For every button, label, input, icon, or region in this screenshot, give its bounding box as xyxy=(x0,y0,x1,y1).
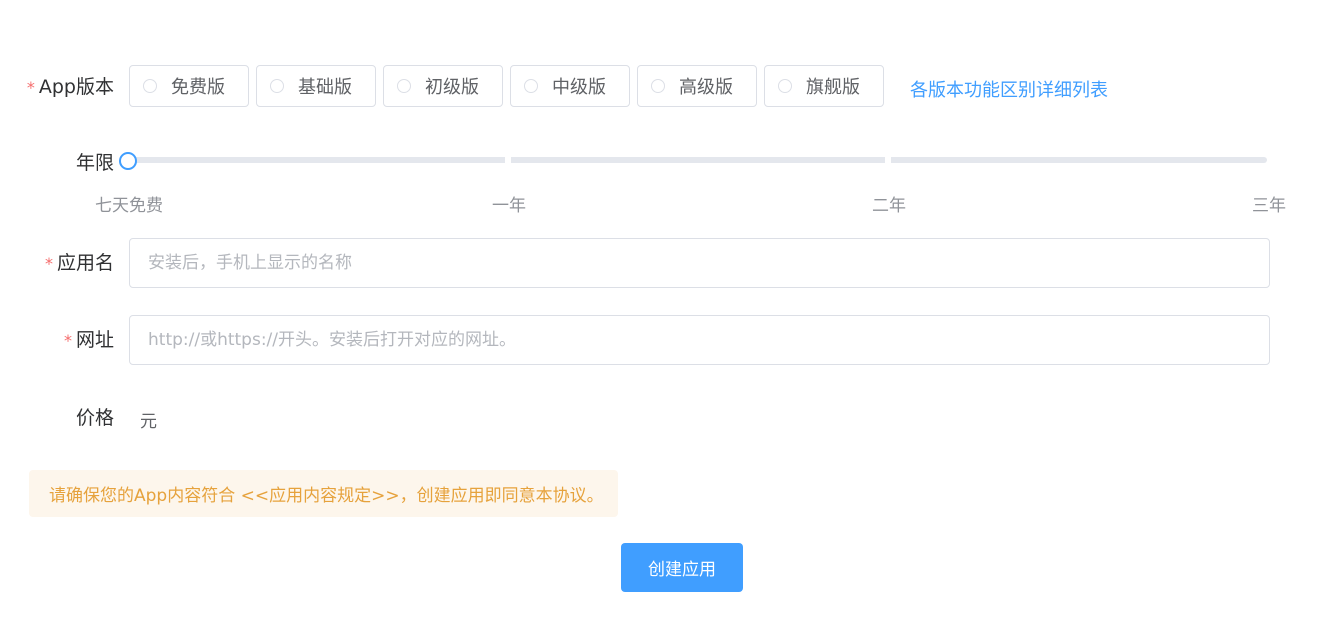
price-value: 元 xyxy=(140,412,157,432)
slider-mark-label: 一年 xyxy=(492,196,526,216)
radio-circle-icon xyxy=(524,79,538,93)
version-option-flagship[interactable]: 旗舰版 xyxy=(764,65,884,107)
url-input[interactable] xyxy=(129,315,1270,365)
slider-stop xyxy=(885,157,891,163)
radio-circle-icon xyxy=(270,79,284,93)
duration-label: 年限 xyxy=(75,152,114,174)
duration-slider-track[interactable] xyxy=(128,157,1267,163)
version-option-advanced[interactable]: 高级版 xyxy=(637,65,757,107)
required-mark: * xyxy=(44,254,53,273)
version-option-intermediate[interactable]: 中级版 xyxy=(510,65,630,107)
app-name-label-text: 应用名 xyxy=(56,252,114,274)
content-policy-text: 请确保您的App内容符合 <<应用内容规定>>，创建应用即同意本协议。 xyxy=(49,486,604,506)
app-name-input[interactable] xyxy=(129,238,1270,288)
duration-slider-handle[interactable] xyxy=(119,152,137,170)
slider-mark-label: 七天免费 xyxy=(95,196,163,216)
app-version-radio-group: 免费版 基础版 初级版 中级版 高级版 旗舰版 xyxy=(129,65,884,107)
version-option-basic[interactable]: 基础版 xyxy=(256,65,376,107)
radio-circle-icon xyxy=(397,79,411,93)
version-option-label: 旗舰版 xyxy=(806,77,860,98)
required-mark: * xyxy=(63,331,72,350)
radio-circle-icon xyxy=(651,79,665,93)
slider-stop xyxy=(505,157,511,163)
url-label-text: 网址 xyxy=(75,329,114,351)
price-label: 价格 xyxy=(75,407,114,429)
slider-mark-label: 二年 xyxy=(872,196,906,216)
app-name-label: * 应用名 xyxy=(45,251,114,276)
app-version-label-text: App版本 xyxy=(38,76,114,98)
slider-mark-label: 三年 xyxy=(1252,196,1286,216)
create-app-button[interactable]: 创建应用 xyxy=(621,543,743,592)
version-compare-link[interactable]: 各版本功能区别详细列表 xyxy=(910,76,1108,102)
required-mark: * xyxy=(26,78,35,97)
version-option-label: 免费版 xyxy=(171,77,225,98)
url-label: * 网址 xyxy=(64,328,114,353)
version-option-label: 高级版 xyxy=(679,77,733,98)
version-option-label: 初级版 xyxy=(425,77,479,98)
version-option-label: 中级版 xyxy=(552,77,606,98)
content-policy-alert: 请确保您的App内容符合 <<应用内容规定>>，创建应用即同意本协议。 xyxy=(29,470,618,517)
version-option-beginner[interactable]: 初级版 xyxy=(383,65,503,107)
radio-circle-icon xyxy=(143,79,157,93)
radio-circle-icon xyxy=(778,79,792,93)
app-version-label: * App版本 xyxy=(27,75,114,100)
version-option-free[interactable]: 免费版 xyxy=(129,65,249,107)
version-option-label: 基础版 xyxy=(298,77,352,98)
